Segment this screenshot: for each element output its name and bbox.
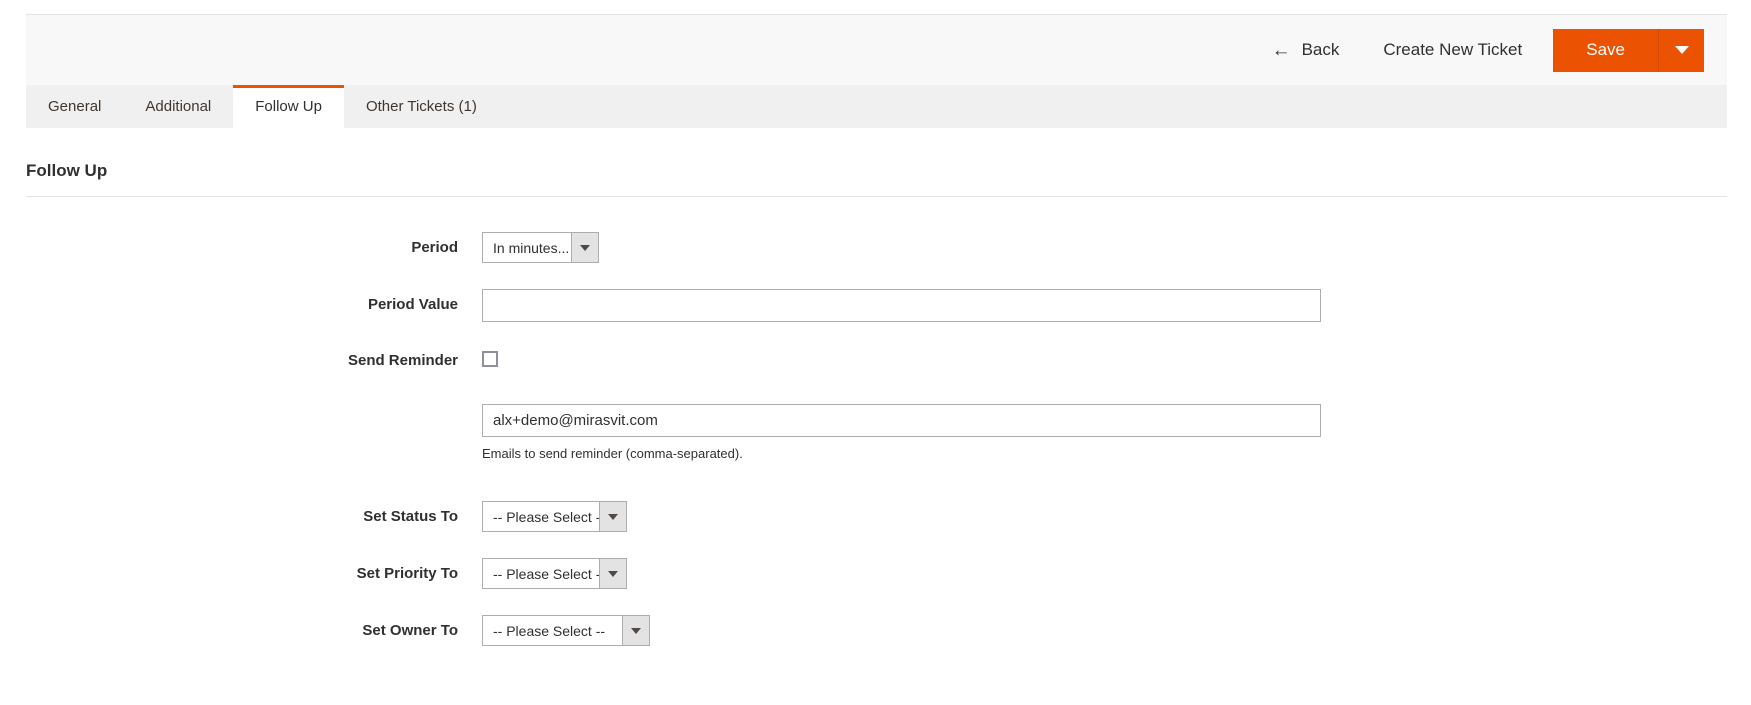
field-row-set-owner-to: Set Owner To -- Please Select -- [26, 615, 1727, 646]
set-status-to-select[interactable]: -- Please Select -- [482, 501, 627, 532]
set-status-to-control: -- Please Select -- [482, 501, 1727, 532]
tab-general-label: General [48, 98, 101, 115]
period-value-control [482, 289, 1727, 322]
emails-input[interactable] [482, 404, 1321, 437]
period-select[interactable]: In minutes... [482, 232, 599, 263]
set-owner-to-select-toggle[interactable] [622, 615, 650, 646]
period-value-label: Period Value [26, 289, 482, 315]
set-status-to-select-toggle[interactable] [599, 501, 627, 532]
set-owner-to-select[interactable]: -- Please Select -- [482, 615, 650, 646]
tab-additional-label: Additional [145, 98, 211, 115]
set-owner-to-control: -- Please Select -- [482, 615, 1727, 646]
period-select-toggle[interactable] [571, 232, 599, 263]
period-label: Period [26, 232, 482, 258]
set-priority-to-select-toggle[interactable] [599, 558, 627, 589]
tab-follow-up-label: Follow Up [255, 98, 322, 115]
arrow-left-icon: ← [1272, 41, 1291, 60]
field-row-emails: Emails to send reminder (comma-separated… [26, 404, 1727, 461]
follow-up-form: Period In minutes... Period Value [26, 197, 1727, 646]
caret-down-icon [580, 245, 590, 251]
tab-general[interactable]: General [26, 85, 123, 128]
back-button[interactable]: ← Back [1272, 40, 1340, 60]
caret-down-icon [1675, 46, 1689, 54]
set-priority-to-label: Set Priority To [26, 558, 482, 584]
set-priority-to-select-value: -- Please Select -- [482, 558, 599, 589]
tab-follow-up[interactable]: Follow Up [233, 85, 344, 128]
set-status-to-label: Set Status To [26, 501, 482, 527]
period-select-value: In minutes... [482, 232, 571, 263]
admin-page: ← Back Create New Ticket Save General Ad… [0, 0, 1751, 705]
back-button-label: Back [1302, 40, 1340, 60]
caret-down-icon [631, 628, 641, 634]
save-dropdown-toggle[interactable] [1659, 29, 1704, 72]
caret-down-icon [608, 514, 618, 520]
create-new-ticket-button[interactable]: Create New Ticket [1383, 40, 1522, 60]
page-header: ← Back Create New Ticket Save [26, 14, 1727, 85]
field-row-send-reminder: Send Reminder [26, 351, 1727, 372]
set-owner-to-select-value: -- Please Select -- [482, 615, 622, 646]
content-area: Follow Up Period In minutes... Period Va… [26, 128, 1727, 646]
field-row-set-status-to: Set Status To -- Please Select -- [26, 501, 1727, 532]
emails-note: Emails to send reminder (comma-separated… [482, 446, 1727, 461]
emails-control: Emails to send reminder (comma-separated… [482, 404, 1727, 461]
set-owner-to-label: Set Owner To [26, 615, 482, 641]
field-row-set-priority-to: Set Priority To -- Please Select -- [26, 558, 1727, 589]
header-actions: ← Back Create New Ticket Save [1272, 15, 1727, 85]
save-button[interactable]: Save [1553, 29, 1658, 72]
tab-bar: General Additional Follow Up Other Ticke… [26, 85, 1727, 128]
section-title: Follow Up [26, 128, 1727, 196]
field-row-period-value: Period Value [26, 289, 1727, 322]
set-priority-to-control: -- Please Select -- [482, 558, 1727, 589]
set-status-to-select-value: -- Please Select -- [482, 501, 599, 532]
send-reminder-checkbox[interactable] [482, 351, 498, 367]
tab-other-tickets[interactable]: Other Tickets (1) [344, 85, 499, 128]
set-priority-to-select[interactable]: -- Please Select -- [482, 558, 627, 589]
period-control: In minutes... [482, 232, 1727, 263]
field-row-period: Period In minutes... [26, 232, 1727, 263]
tab-additional[interactable]: Additional [123, 85, 233, 128]
tab-other-tickets-label: Other Tickets (1) [366, 98, 477, 115]
send-reminder-control [482, 351, 1727, 372]
period-value-input[interactable] [482, 289, 1321, 322]
caret-down-icon [608, 571, 618, 577]
send-reminder-label: Send Reminder [26, 351, 482, 371]
save-button-group: Save [1553, 29, 1704, 72]
